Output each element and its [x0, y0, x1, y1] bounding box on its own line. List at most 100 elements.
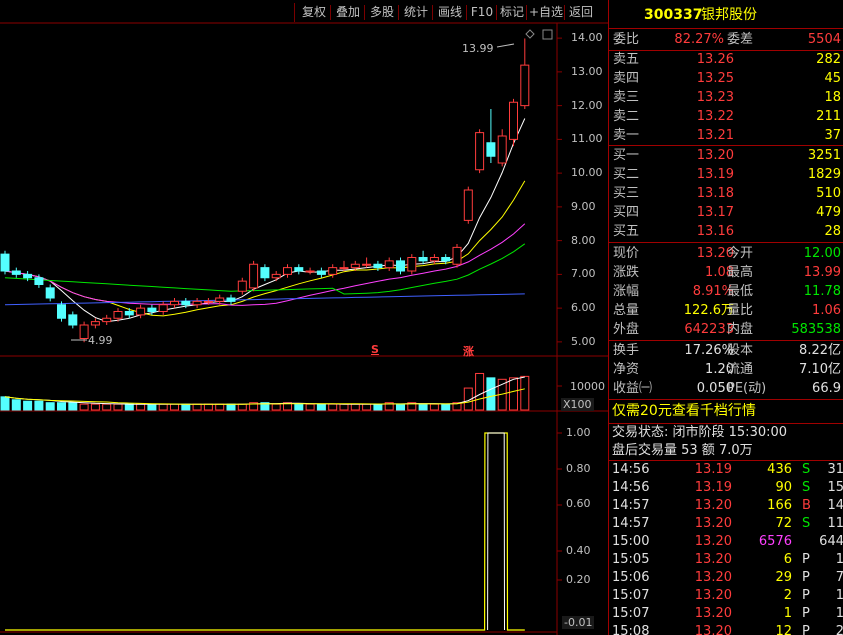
sell-price: 13.25	[696, 71, 734, 86]
diamond-icon	[525, 29, 535, 39]
volume-bar	[294, 403, 304, 411]
price-tick-label: 5.00	[571, 334, 596, 348]
toolbar-button-2[interactable]: 多股	[365, 3, 399, 21]
candle-body	[283, 267, 292, 275]
sell-price: 13.23	[696, 90, 734, 105]
candle-body	[237, 280, 247, 292]
candle-body	[441, 257, 451, 262]
tick-count: 1	[836, 551, 843, 569]
toolbar-button-4[interactable]: 画线	[433, 3, 467, 21]
candle-body	[520, 64, 530, 107]
toolbar-button-7[interactable]: +自选	[527, 3, 565, 21]
stat-label-2: 流通	[727, 362, 754, 377]
chart-area[interactable]: 复权 叠加 多股 统计 画线 F10 标记 +自选 返回 14.00 13.00 12.00 11.0…	[0, 0, 608, 635]
stat-label-2: 股本	[727, 343, 754, 358]
tick-direction: P	[802, 552, 810, 567]
candle-body	[45, 287, 55, 299]
candle-body	[463, 189, 473, 221]
sell-price: 13.21	[696, 128, 734, 143]
tick-price: 13.20	[694, 552, 732, 567]
tick-count: 31	[827, 462, 843, 477]
kline-chart[interactable]	[0, 0, 608, 635]
toolbar-button-0[interactable]: 复权	[297, 3, 331, 21]
volume-bar	[396, 403, 405, 411]
buy-label: 买一	[613, 148, 640, 163]
stat-row: 涨幅 8.91% 最低 11.78	[609, 283, 843, 301]
toolbar-button-5[interactable]: F10	[467, 3, 497, 21]
volume-bar	[57, 402, 66, 411]
candle-body	[79, 324, 89, 339]
stat-label: 收益㈠	[613, 381, 653, 396]
sell-order-row: 卖二 13.22 211	[609, 108, 843, 126]
candle-body	[475, 132, 485, 171]
toolbar-button-1[interactable]: 叠加	[331, 3, 365, 21]
weicha-value: 5504	[807, 32, 841, 47]
candle-body	[339, 267, 349, 270]
buy-order-row: 买二 13.19 1829	[609, 166, 843, 184]
candle-body	[136, 307, 146, 316]
toolbar-button-8[interactable]: 返回	[565, 3, 597, 21]
tick-row: 15:00 13.20 6576 644	[609, 533, 843, 551]
promo-text: 仅需20元查看千档行情	[612, 403, 756, 419]
buy-order-row: 买一 13.20 3251	[609, 147, 843, 165]
buy-volume: 479	[816, 205, 841, 220]
stat-row: 收益㈠ 0.050 PE(动) 66.9	[609, 380, 843, 398]
tick-price: 13.20	[694, 606, 732, 621]
sell-label: 卖三	[613, 90, 640, 105]
candle-body	[305, 270, 315, 273]
indicator-line	[5, 432, 525, 631]
volume-bar	[181, 403, 191, 411]
candle-body	[497, 135, 507, 164]
indicator-tick-label: 0.20	[566, 573, 591, 586]
trade-status: 交易状态: 闭市阶段 15:30:00	[612, 425, 788, 440]
tick-count: 2	[836, 623, 843, 635]
high-price-label: 13.99	[462, 42, 494, 55]
sell-volume: 211	[816, 109, 841, 124]
after-hours: 盘后交易量 53 额 7.0万	[612, 443, 753, 458]
candle-body	[124, 311, 134, 316]
stat-row: 总量 122.6万 量比 1.06	[609, 302, 843, 320]
candle-body	[384, 260, 394, 269]
volume-bar	[147, 403, 157, 411]
tick-time: 14:57	[612, 516, 650, 531]
price-tick-label: 13.00	[571, 64, 603, 78]
candle-body	[452, 246, 462, 265]
tick-time: 14:57	[612, 498, 650, 513]
buy-order-row: 买四 13.17 479	[609, 204, 843, 222]
stat-label: 净资	[613, 362, 640, 377]
buy-price: 13.17	[696, 205, 734, 220]
volume-bar	[23, 400, 33, 411]
ma60-line	[4, 293, 525, 306]
stat-label-2: 量比	[727, 303, 754, 318]
stat-label-2: 内盘	[727, 322, 754, 337]
tick-row: 14:56 13.19 436 S 31	[609, 461, 843, 479]
buy-order-row: 买三 13.18 510	[609, 185, 843, 203]
price-tick-label: 6.00	[571, 301, 596, 315]
candle-body	[486, 142, 496, 157]
volume-bar	[79, 403, 89, 411]
promo-link[interactable]: 仅需20元查看千档行情	[609, 402, 843, 422]
candle-body	[271, 273, 281, 279]
stat-value-2: 11.78	[803, 284, 841, 299]
stat-label-2: 最低	[727, 284, 754, 299]
price-tick-label: 7.00	[571, 267, 596, 281]
buy-label: 买四	[613, 205, 640, 220]
toolbar-button-3[interactable]: 统计	[399, 3, 433, 21]
signal-s-marker: S	[371, 343, 379, 356]
candle-body	[350, 263, 360, 269]
candle-body	[113, 311, 123, 319]
stat-row: 净资 1.20 流通 7.10亿	[609, 361, 843, 379]
candle-body	[396, 260, 405, 272]
tick-time: 15:06	[612, 570, 650, 585]
volume-bar	[350, 403, 360, 411]
volume-ma-line	[4, 376, 525, 405]
tick-volume: 2	[783, 588, 792, 603]
sell-price: 13.26	[696, 52, 734, 67]
toolbar-button-6[interactable]: 标记	[497, 3, 527, 21]
stat-value-2: 12.00	[803, 246, 841, 261]
candle-body	[226, 297, 236, 302]
stock-header[interactable]: 300337 银邦股份	[609, 6, 843, 26]
stat-row: 换手 17.26% 股本 8.22亿	[609, 342, 843, 360]
price-tick-label: 11.00	[571, 132, 603, 146]
tick-time: 14:56	[612, 480, 650, 495]
